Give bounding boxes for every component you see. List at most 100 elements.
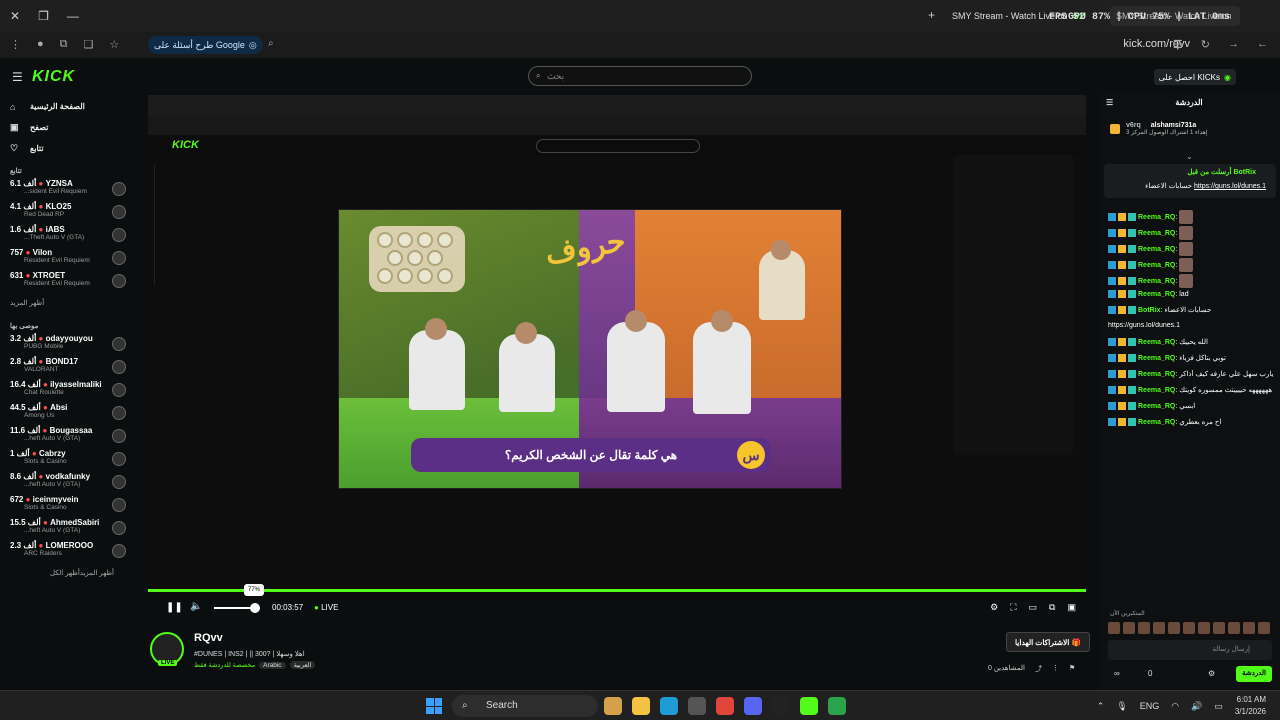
chat-username[interactable]: Reema_RQ bbox=[1138, 403, 1175, 410]
stream-video-frame[interactable]: حروف هي كلمة تقال عن الشخص الكريم؟ س bbox=[338, 209, 842, 489]
sidebar-channel[interactable]: 2.8 ألف ● BOND17 VALORANT bbox=[0, 357, 138, 380]
emote[interactable] bbox=[1258, 622, 1270, 634]
mic-icon[interactable]: 🎙 bbox=[1116, 701, 1127, 712]
copy-icon[interactable]: ❏ bbox=[84, 38, 94, 51]
emote[interactable] bbox=[1168, 622, 1180, 634]
pause-icon[interactable]: ❚❚ bbox=[166, 602, 183, 613]
close-icon[interactable]: ✕ bbox=[10, 9, 20, 23]
share-icon[interactable]: ⤴ bbox=[1035, 664, 1042, 674]
file-explorer-icon[interactable] bbox=[632, 697, 650, 715]
discord-icon[interactable] bbox=[744, 697, 762, 715]
kick-logo[interactable]: KICK bbox=[32, 68, 75, 86]
sidebar-channel[interactable]: 11.6 ألف ● Bougassaa ...heft Auto V (GTA) bbox=[0, 426, 138, 449]
taskbar-search[interactable]: ⌕ Search bbox=[452, 695, 598, 717]
restore-icon[interactable]: ❐ bbox=[38, 9, 49, 23]
chevron-down-icon[interactable]: ⌄ bbox=[1186, 152, 1193, 161]
emote[interactable] bbox=[1153, 622, 1165, 634]
sidebar-channel[interactable]: 3.2 ألف ● odayyouyou PUBG Mobile bbox=[0, 334, 138, 357]
chat-image[interactable] bbox=[1179, 258, 1194, 272]
chat-username[interactable]: BotRix bbox=[1138, 307, 1161, 314]
tag[interactable]: Arabic bbox=[259, 662, 286, 669]
google-ask-chip[interactable]: طرح أسئلة على Google ◎ bbox=[148, 36, 263, 54]
forward-icon[interactable]: → bbox=[1228, 38, 1239, 51]
theater-icon[interactable]: ▭ bbox=[1029, 602, 1038, 613]
flag-icon[interactable]: ⚑ bbox=[1069, 664, 1075, 674]
points-icon[interactable]: ∞ bbox=[1114, 669, 1120, 678]
chrome-icon[interactable] bbox=[716, 697, 734, 715]
video-player[interactable]: KICK حروف هي كلمة تقال عن الشخص الكريم؟ bbox=[148, 95, 1086, 597]
emote[interactable] bbox=[1123, 622, 1135, 634]
app-icon[interactable] bbox=[772, 697, 790, 715]
nav-home[interactable]: ⌂ الصفحة الرئيسية bbox=[0, 96, 138, 117]
tag[interactable]: العربية bbox=[289, 661, 316, 669]
windows-start-icon[interactable] bbox=[426, 698, 442, 714]
pip-icon[interactable]: ⧉ bbox=[1049, 602, 1055, 613]
chat-image[interactable] bbox=[1179, 242, 1194, 256]
sidebar-channel[interactable]: 16.4 ألف ● ilyasselmaliki Chat Roulette bbox=[0, 380, 138, 403]
nav-browse[interactable]: ▣ تصفح bbox=[0, 117, 138, 138]
sidebar-channel[interactable]: 2.3 ألف ● LOMEROOO ARC Raiders bbox=[0, 541, 138, 564]
chat-input[interactable]: إرسال رسالة bbox=[1108, 640, 1272, 660]
emote[interactable] bbox=[1108, 622, 1120, 634]
hamburger-icon[interactable]: ☰ bbox=[12, 70, 23, 84]
chat-username[interactable]: Reema_RQ bbox=[1138, 214, 1175, 221]
volume-icon[interactable]: 🔈 bbox=[190, 601, 202, 612]
emote[interactable] bbox=[1243, 622, 1255, 634]
volume-slider[interactable] bbox=[214, 607, 254, 609]
extensions-icon[interactable]: ⧉ bbox=[60, 38, 68, 51]
chat-username[interactable]: Reema_RQ bbox=[1138, 291, 1175, 298]
get-kicks-button[interactable]: احصل على KICKs ◉ bbox=[1153, 69, 1236, 85]
sidebar-channel[interactable]: 757 ● Vilon Resident Evil Requiem bbox=[0, 248, 138, 271]
chat-username[interactable]: Reema_RQ bbox=[1138, 371, 1175, 378]
new-tab-button[interactable]: + bbox=[928, 8, 935, 22]
sidebar-channel[interactable]: 631 ● XTROET Resident Evil Requiem bbox=[0, 271, 138, 294]
clip-icon[interactable]: ▣ bbox=[1067, 602, 1076, 613]
edge-icon[interactable] bbox=[660, 697, 678, 715]
store-icon[interactable] bbox=[688, 697, 706, 715]
volume-icon[interactable]: 🔊 bbox=[1191, 701, 1202, 712]
chat-image[interactable] bbox=[1179, 226, 1194, 240]
chat-username[interactable]: Reema_RQ bbox=[1138, 355, 1175, 362]
reload-icon[interactable]: ↻ bbox=[1201, 38, 1210, 51]
emote[interactable] bbox=[1228, 622, 1240, 634]
copilot-icon[interactable] bbox=[604, 697, 622, 715]
xbox-icon[interactable] bbox=[828, 697, 846, 715]
chat-username[interactable]: Reema_RQ bbox=[1138, 262, 1175, 269]
back-icon[interactable]: ← bbox=[1257, 38, 1268, 51]
volume-knob[interactable] bbox=[250, 603, 260, 613]
send-chat-button[interactable]: الدردشة bbox=[1236, 666, 1272, 682]
language-indicator[interactable]: ENG bbox=[1140, 701, 1160, 711]
battery-icon[interactable]: ▭ bbox=[1214, 701, 1223, 712]
chat-username[interactable]: Reema_RQ bbox=[1138, 419, 1175, 426]
chat-image[interactable] bbox=[1179, 274, 1194, 288]
emote[interactable] bbox=[1213, 622, 1225, 634]
search-input[interactable]: ⌕ بحث bbox=[528, 66, 752, 86]
chat-username[interactable]: Reema_RQ bbox=[1138, 387, 1175, 394]
show-more-recommended[interactable]: أظهر المزيدأظهر الكل bbox=[0, 564, 138, 584]
kick-app-icon[interactable] bbox=[800, 697, 818, 715]
chat-username[interactable]: Reema_RQ bbox=[1138, 278, 1175, 285]
settings-icon[interactable]: ⚙ bbox=[1208, 669, 1215, 678]
profile-icon[interactable]: ● bbox=[37, 38, 44, 51]
chat-username[interactable]: Reema_RQ bbox=[1138, 339, 1175, 346]
chat-image[interactable] bbox=[1179, 210, 1194, 224]
sidebar-channel[interactable]: 6.1 ألف ● YZNSA ...sident Evil Requiem bbox=[0, 179, 138, 202]
clock[interactable]: 6:01 AM 3/1/2026 bbox=[1235, 694, 1266, 718]
sidebar-channel[interactable]: 4.1 ألف ● KLO25 Red Dead RP bbox=[0, 202, 138, 225]
more-icon[interactable]: ⋮ bbox=[1052, 664, 1059, 674]
emote[interactable] bbox=[1198, 622, 1210, 634]
sidebar-channel[interactable]: 1.6 ألف ● iABS ...Theft Auto V (GTA) bbox=[0, 225, 138, 248]
sidebar-channel[interactable]: 44.5 ألف ● Absi Among Us bbox=[0, 403, 138, 426]
chevron-up-icon[interactable]: ⌃ bbox=[1097, 701, 1105, 712]
sidebar-channel[interactable]: 8.6 ألف ● vodkafunky ...heft Auto V (GTA) bbox=[0, 472, 138, 495]
sidebar-channel[interactable]: 1 ألف ● Cabrzy Slots & Casino bbox=[0, 449, 138, 472]
gift-subs-button[interactable]: الاشتراكات الهدايا 🎁 bbox=[1006, 632, 1090, 652]
chat-username[interactable]: Reema_RQ bbox=[1138, 230, 1175, 237]
sidebar-channel[interactable]: 15.5 ألف ● AhmedSabiri ...heft Auto V (GT… bbox=[0, 518, 138, 541]
fullscreen-icon[interactable]: ⛶ bbox=[1010, 602, 1016, 613]
wifi-icon[interactable]: ◠ bbox=[1171, 701, 1179, 712]
collapse-chat-icon[interactable]: ☰ bbox=[1106, 98, 1113, 107]
stream-category[interactable]: مخصصة للدردشة فقط Arabic العربية bbox=[194, 661, 316, 669]
sidebar-channel[interactable]: 672 ● iceinmyvein Slots & Casino bbox=[0, 495, 138, 518]
chat-username[interactable]: Reema_RQ bbox=[1138, 246, 1175, 253]
